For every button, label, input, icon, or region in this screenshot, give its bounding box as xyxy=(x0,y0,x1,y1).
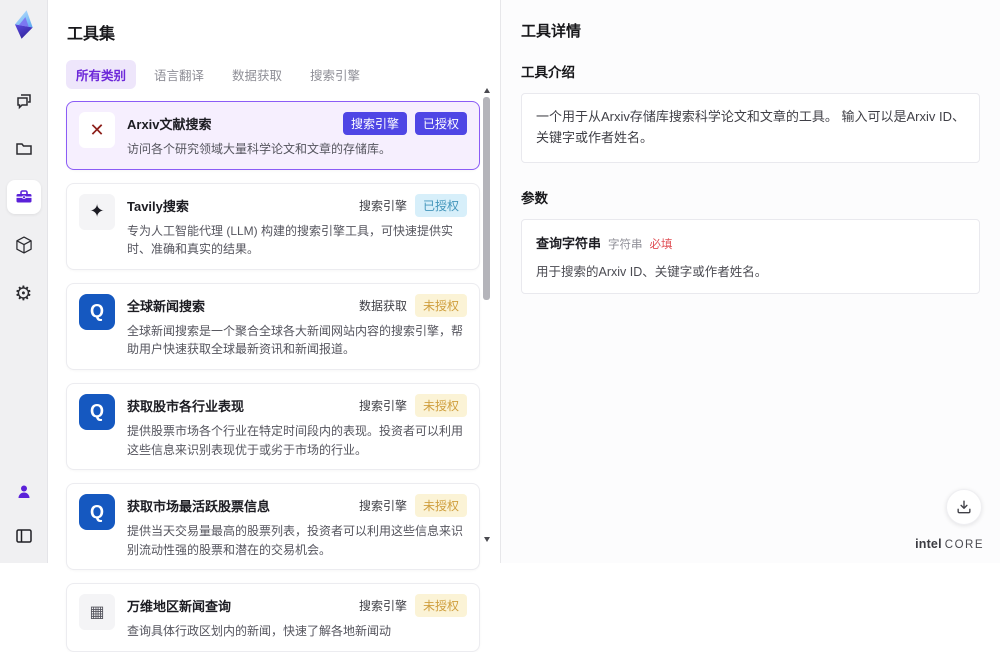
category-tag: 搜索引擎 xyxy=(359,394,407,417)
intro-card: 一个用于从Arxiv存储库搜索科学论文和文章的工具。 输入可以是Arxiv ID… xyxy=(521,93,980,163)
tool-card[interactable]: ✦ Tavily搜索 搜索引擎 已授权 专为人工智能代理 (LLM) 构建的搜索… xyxy=(66,183,480,270)
user-avatar-icon[interactable] xyxy=(7,475,41,509)
intel-core-logo: intel CORE xyxy=(915,537,984,551)
category-tab[interactable]: 数据获取 xyxy=(222,60,292,89)
tool-name: 全球新闻搜索 xyxy=(127,294,205,315)
tool-list: ✕ Arxiv文献搜索 搜索引擎 已授权 访问各个研究领域大量科学论文和文章的存… xyxy=(66,101,480,652)
tool-description: 专为人工智能代理 (LLM) 构建的搜索引擎工具，可快速提供实时、准确和真实的结… xyxy=(127,222,467,259)
category-tabs: 所有类别 语言翻译 数据获取 搜索引擎 xyxy=(66,60,482,89)
settings-icon[interactable]: ⚙ xyxy=(7,276,41,310)
param-description: 用于搜索的Arxiv ID、关键字或作者姓名。 xyxy=(536,261,965,280)
detail-title: 工具详情 xyxy=(521,20,980,41)
tool-description: 提供股票市场各个行业在特定时间段内的表现。投资者可以利用这些信息来识别表现优于或… xyxy=(127,422,467,459)
category-tab[interactable]: 搜索引擎 xyxy=(300,60,370,89)
tool-card[interactable]: ✕ Arxiv文献搜索 搜索引擎 已授权 访问各个研究领域大量科学论文和文章的存… xyxy=(66,101,480,170)
tavily-icon: ✦ xyxy=(79,194,115,230)
auth-badge: 未授权 xyxy=(415,394,467,417)
category-tab[interactable]: 语言翻译 xyxy=(144,60,214,89)
tool-name: Tavily搜索 xyxy=(127,194,189,215)
q-icon: Q xyxy=(79,294,115,330)
auth-badge: 未授权 xyxy=(415,594,467,617)
sidebar-bottom xyxy=(7,475,41,553)
app-logo-icon xyxy=(7,8,41,42)
param-card: 查询字符串 字符串 必填 用于搜索的Arxiv ID、关键字或作者姓名。 xyxy=(521,219,980,294)
params-heading: 参数 xyxy=(521,187,980,207)
tool-description: 查询具体行政区划内的新闻，快速了解各地新闻动 xyxy=(127,622,467,641)
download-icon xyxy=(955,498,973,516)
page-title: 工具集 xyxy=(67,20,482,44)
scrollbar[interactable] xyxy=(482,88,492,548)
cube-icon[interactable] xyxy=(7,228,41,262)
building-icon: ▦ xyxy=(79,594,115,630)
tool-description: 提供当天交易量最高的股票列表，投资者可以利用这些信息来识别流动性强的股票和潜在的… xyxy=(127,522,467,559)
panel-toggle-icon[interactable] xyxy=(7,519,41,553)
tool-detail-panel: 工具详情 工具介绍 一个用于从Arxiv存储库搜索科学论文和文章的工具。 输入可… xyxy=(500,0,1000,563)
category-tag: 数据获取 xyxy=(359,294,407,317)
scrollbar-thumb[interactable] xyxy=(483,97,490,300)
param-name: 查询字符串 xyxy=(536,233,601,252)
q-icon: Q xyxy=(79,394,115,430)
category-tag: 搜索引擎 xyxy=(359,594,407,617)
tool-card[interactable]: ▦ 万维地区新闻查询 搜索引擎 未授权 查询具体行政区划内的新闻，快速了解各地新… xyxy=(66,583,480,652)
tool-description: 访问各个研究领域大量科学论文和文章的存储库。 xyxy=(127,140,467,159)
q-icon: Q xyxy=(79,494,115,530)
intro-text: 一个用于从Arxiv存储库搜索科学论文和文章的工具。 输入可以是Arxiv ID… xyxy=(536,107,965,149)
auth-badge: 未授权 xyxy=(415,494,467,517)
tool-list-panel: 工具集 所有类别 语言翻译 数据获取 搜索引擎 ✕ Arxiv文献搜索 搜索引擎… xyxy=(48,0,500,563)
tool-name: Arxiv文献搜索 xyxy=(127,112,212,133)
category-tag: 搜索引擎 xyxy=(359,494,407,517)
tool-name: 获取市场最活跃股票信息 xyxy=(127,494,270,515)
param-required-badge: 必填 xyxy=(650,236,673,252)
toolbox-icon[interactable] xyxy=(7,180,41,214)
tool-card[interactable]: Q 全球新闻搜索 数据获取 未授权 全球新闻搜索是一个聚合全球各大新闻网站内容的… xyxy=(66,283,480,370)
auth-badge: 已授权 xyxy=(415,112,467,135)
chat-icon[interactable] xyxy=(7,84,41,118)
download-button[interactable] xyxy=(946,489,982,525)
tool-name: 获取股市各行业表现 xyxy=(127,394,244,415)
tool-card[interactable]: Q 获取股市各行业表现 搜索引擎 未授权 提供股票市场各个行业在特定时间段内的表… xyxy=(66,383,480,470)
intro-heading: 工具介绍 xyxy=(521,61,980,81)
sidebar: ⚙ xyxy=(0,0,48,563)
scroll-down-arrow[interactable] xyxy=(484,537,490,542)
tool-card[interactable]: Q 获取市场最活跃股票信息 搜索引擎 未授权 提供当天交易量最高的股票列表，投资… xyxy=(66,483,480,570)
category-tab[interactable]: 所有类别 xyxy=(66,60,136,89)
folder-icon[interactable] xyxy=(7,132,41,166)
tool-description: 全球新闻搜索是一个聚合全球各大新闻网站内容的搜索引擎，帮助用户快速获取全球最新资… xyxy=(127,322,467,359)
auth-badge: 未授权 xyxy=(415,294,467,317)
arxiv-icon: ✕ xyxy=(79,112,115,148)
param-type: 字符串 xyxy=(608,236,643,252)
sidebar-nav: ⚙ xyxy=(7,84,41,310)
scroll-up-arrow[interactable] xyxy=(484,88,490,93)
category-tag: 搜索引擎 xyxy=(343,112,407,135)
category-tag: 搜索引擎 xyxy=(359,194,407,217)
auth-badge: 已授权 xyxy=(415,194,467,217)
tool-name: 万维地区新闻查询 xyxy=(127,594,231,615)
